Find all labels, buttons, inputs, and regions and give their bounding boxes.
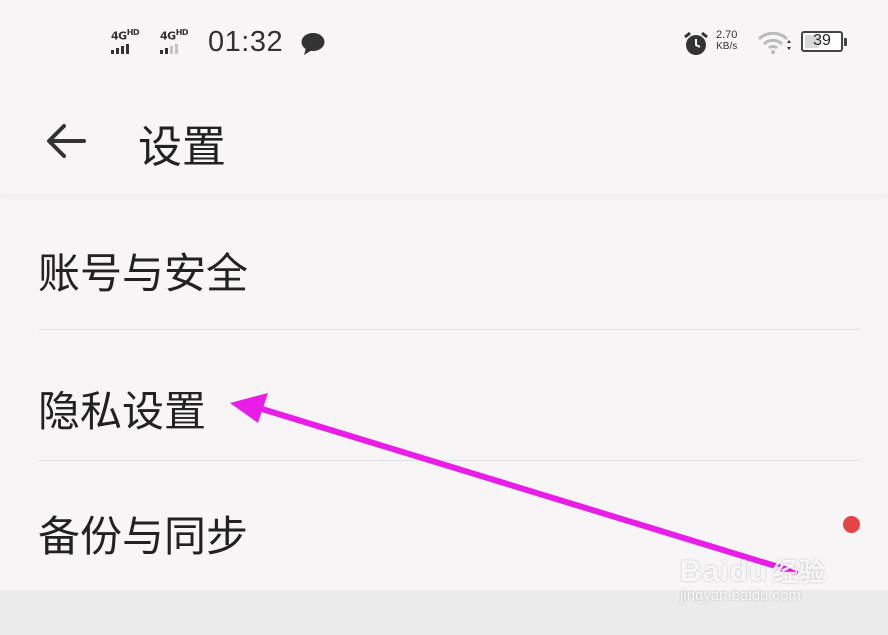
battery-level: 39 <box>813 32 831 49</box>
status-bar: 4GHD 4GHD 01:32 2.70 KB/s 39 <box>0 0 888 86</box>
sim1-signal: 4GHD <box>111 28 140 54</box>
settings-menu: 账号与安全 隐私设置 备份与同步 <box>0 200 888 591</box>
alarm-icon <box>684 31 708 55</box>
sim1-label: 4GHD <box>111 28 140 43</box>
menu-item-account-security[interactable]: 账号与安全 <box>0 200 888 330</box>
battery-icon: 39 <box>801 31 847 52</box>
page-title: 设置 <box>138 122 226 173</box>
watermark-logo: Baidu <box>680 555 769 588</box>
wifi-icon <box>758 32 791 54</box>
sim1-signal-bars-icon <box>111 43 139 54</box>
sim2-signal-bars-icon <box>160 43 188 54</box>
network-speed: 2.70 KB/s <box>716 29 737 53</box>
notification-dot <box>843 516 860 533</box>
watermark-url: jingyan.baidu.com <box>680 587 801 604</box>
watermark: Baidu 经验 jingyan.baidu.com <box>680 552 825 604</box>
app-header: 设置 <box>0 86 888 194</box>
message-icon <box>301 33 325 55</box>
status-time: 01:32 <box>208 26 284 58</box>
menu-item-label: 隐私设置 <box>38 387 207 436</box>
menu-item-label: 备份与同步 <box>38 512 249 561</box>
network-speed-unit: KB/s <box>716 41 738 52</box>
menu-item-label: 账号与安全 <box>38 249 249 298</box>
network-speed-value: 2.70 <box>716 29 738 41</box>
back-button[interactable] <box>40 114 94 168</box>
watermark-brand: 经验 <box>772 557 825 587</box>
sim2-label: 4GHD <box>160 28 189 43</box>
menu-item-privacy-settings[interactable]: 隐私设置 <box>0 330 888 461</box>
sim2-signal: 4GHD <box>160 28 189 54</box>
arrow-left-icon <box>47 124 86 158</box>
